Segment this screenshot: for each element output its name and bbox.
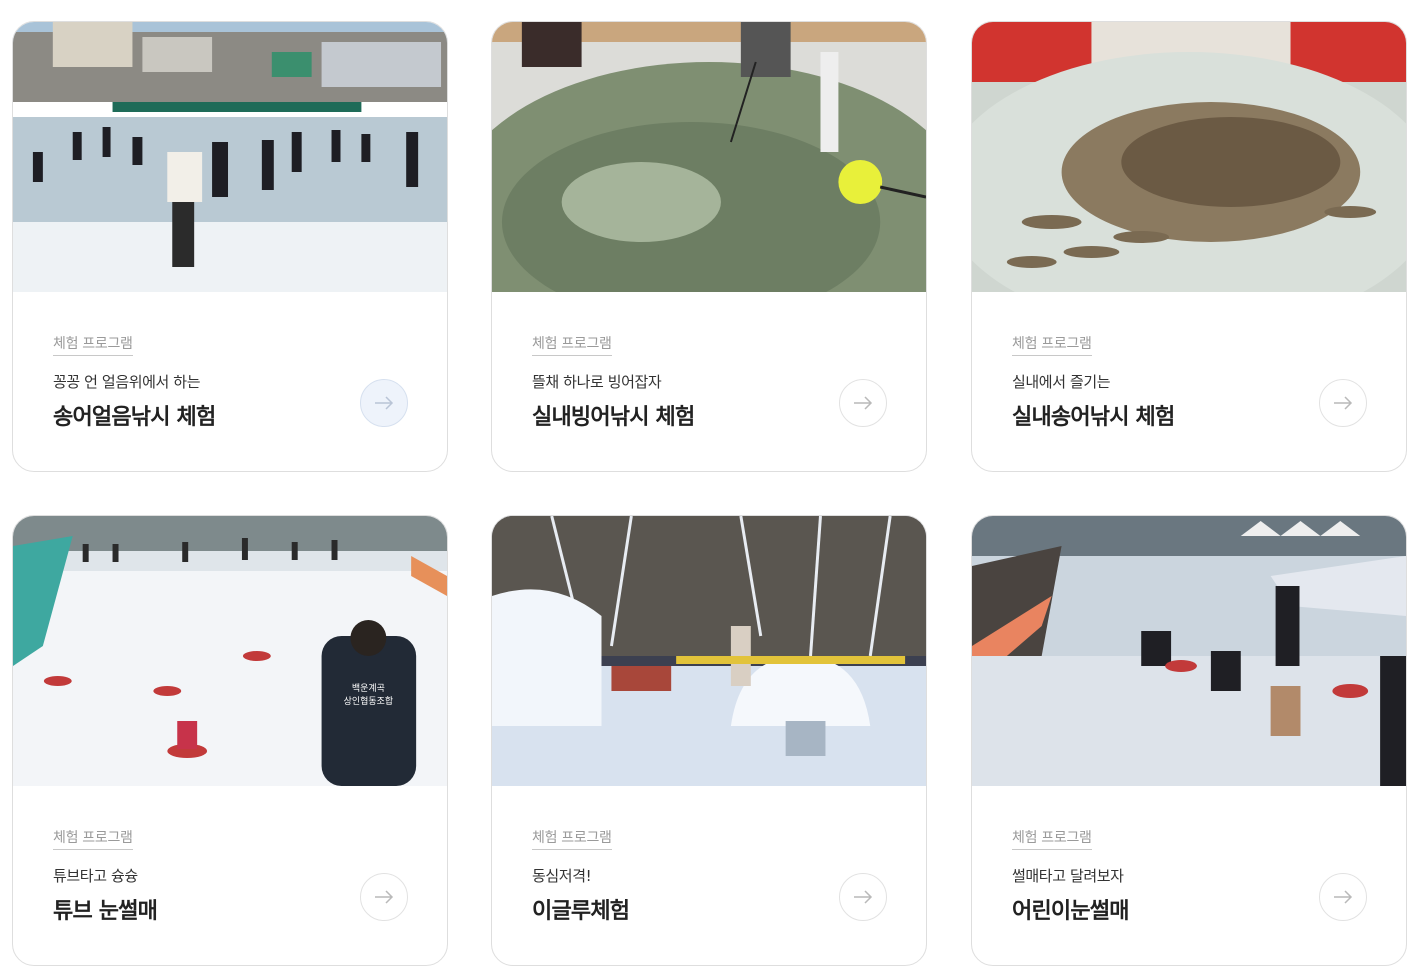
program-card-indoor-smelt-fishing[interactable]: 체험 프로그램 뜰채 하나로 빙어잡자 실내빙어낚시 체험 [491,21,927,472]
jacket-text-2: 상인협동조합 [344,695,393,707]
program-card-tube-sled[interactable]: 백운계곡 상인협동조합 체험 프로그램 튜브타고 슝슝 튜브 눈썰매 [12,515,448,966]
card-subtitle: 튜브타고 슝슝 [53,867,138,885]
card-title: 튜브 눈썰매 [53,899,158,924]
card-category-tag: 체험 프로그램 [532,333,612,356]
card-title: 실내빙어낚시 체험 [532,405,695,430]
program-card-indoor-trout-fishing[interactable]: 체험 프로그램 실내에서 즐기는 실내송어낚시 체험 [971,21,1407,472]
card-arrow-button[interactable] [360,873,408,921]
card-subtitle: 동심저격! [532,867,592,885]
arrow-right-icon [1334,396,1353,410]
card-subtitle: 썰매타고 달려보자 [1012,867,1124,885]
arrow-right-icon [375,396,394,410]
card-arrow-button[interactable] [1319,873,1367,921]
card-arrow-button[interactable] [839,873,887,921]
arrow-right-icon [854,396,873,410]
card-title: 실내송어낚시 체험 [1012,405,1175,430]
ice-fishing-photo [13,22,447,292]
trout-tank-photo [972,22,1406,292]
card-subtitle: 실내에서 즐기는 [1012,373,1111,391]
card-arrow-button[interactable] [360,379,408,427]
program-card-kids-sled[interactable]: 체험 프로그램 썰매타고 달려보자 어린이눈썰매 [971,515,1407,966]
card-category-tag: 체험 프로그램 [1012,333,1092,356]
card-subtitle: 뜰채 하나로 빙어잡자 [532,373,662,391]
card-title: 이글루체험 [532,899,630,924]
tube-sled-photo: 백운계곡 상인협동조합 [13,516,447,786]
card-arrow-button[interactable] [839,379,887,427]
card-title: 송어얼음낚시 체험 [53,405,216,430]
card-category-tag: 체험 프로그램 [1012,827,1092,850]
card-arrow-button[interactable] [1319,379,1367,427]
jacket-text-1: 백운계곡 [352,682,385,694]
program-card-ice-fishing[interactable]: 체험 프로그램 꽁꽁 언 얼음위에서 하는 송어얼음낚시 체험 [12,21,448,472]
card-subtitle: 꽁꽁 언 얼음위에서 하는 [53,373,201,391]
card-category-tag: 체험 프로그램 [532,827,612,850]
arrow-right-icon [1334,890,1353,904]
igloo-photo [492,516,926,786]
card-category-tag: 체험 프로그램 [53,333,133,356]
program-card-igloo[interactable]: 체험 프로그램 동심저격! 이글루체험 [491,515,927,966]
kids-sled-photo [972,516,1406,786]
arrow-right-icon [854,890,873,904]
card-title: 어린이눈썰매 [1012,899,1129,924]
card-category-tag: 체험 프로그램 [53,827,133,850]
smelt-net-tank-photo [492,22,926,292]
arrow-right-icon [375,890,394,904]
